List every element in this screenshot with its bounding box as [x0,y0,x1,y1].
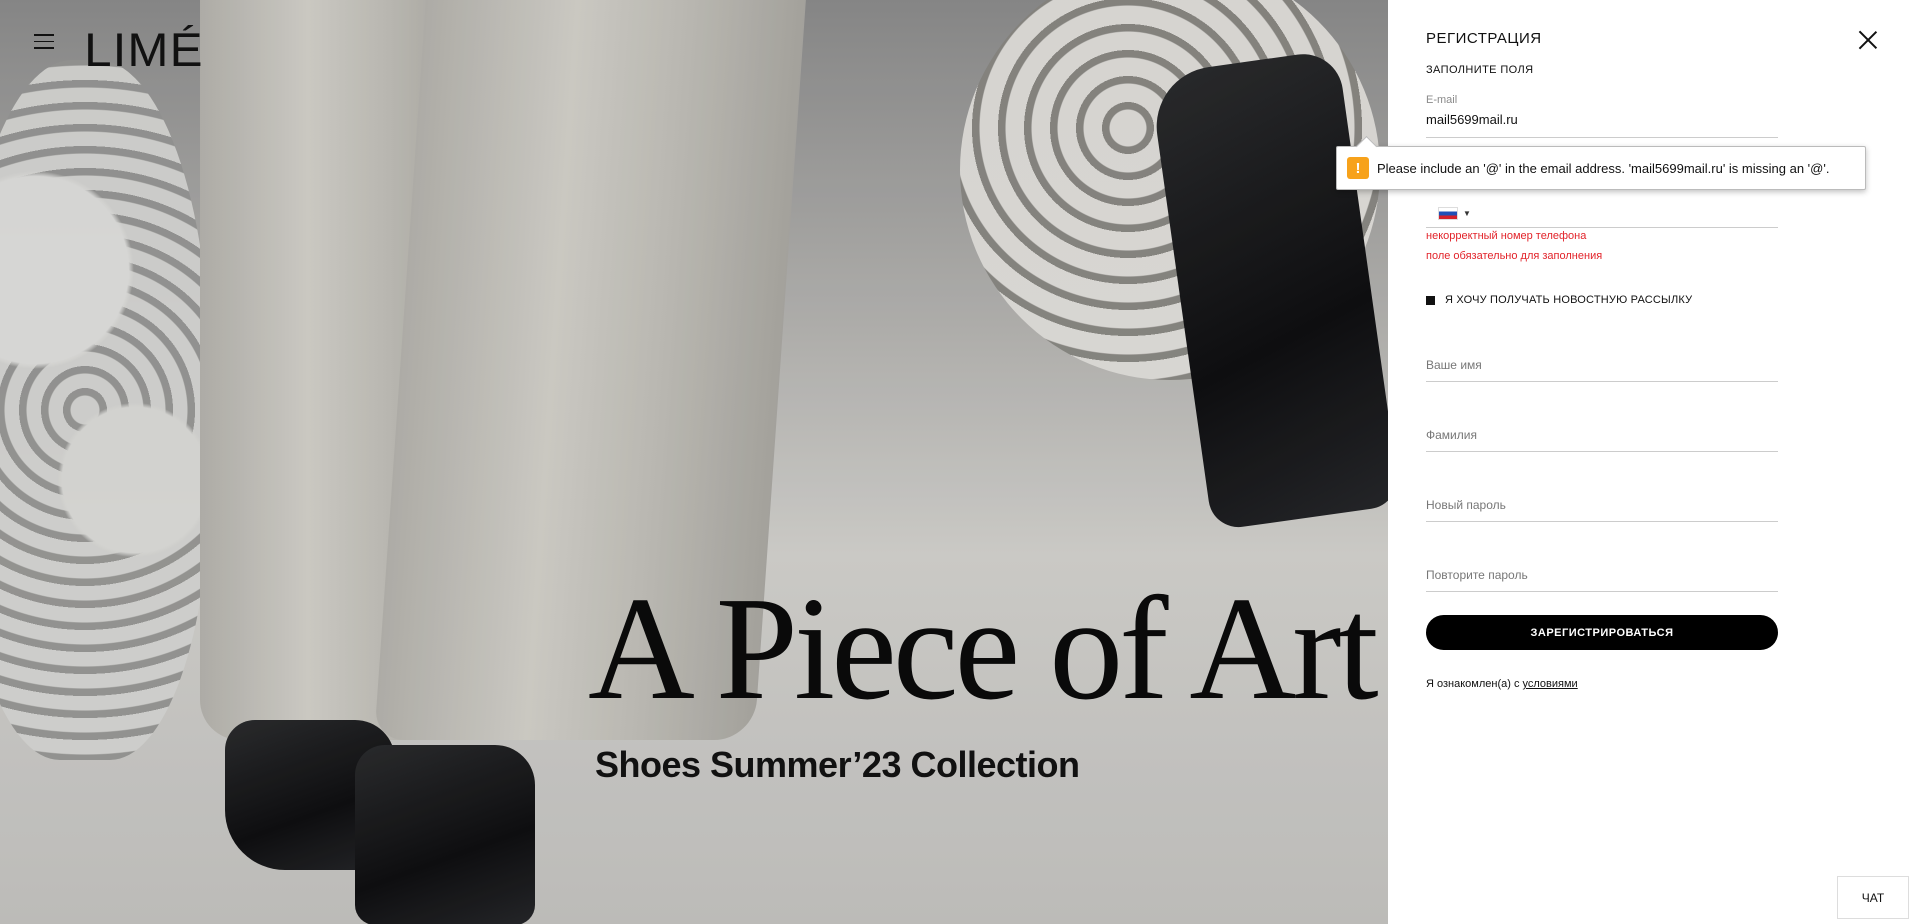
email-validation-tooltip: ! Please include an '@' in the email add… [1336,146,1866,190]
validation-message: Please include an '@' in the email addre… [1377,160,1830,176]
password-repeat-input[interactable] [1426,568,1778,582]
hero-banner: LIMÉ A Piece of Art Shoes Summer’23 Coll… [0,0,1388,924]
password-input[interactable] [1426,498,1778,512]
phone-error-required: поле обязательно для заполнения [1426,250,1603,262]
panel-subtitle: ЗАПОЛНИТЕ ПОЛЯ [1426,64,1534,76]
chat-button[interactable]: ЧАТ [1837,876,1909,919]
hero-headline: A Piece of Art [588,567,1379,731]
lime-logo[interactable]: LIMÉ [84,22,203,77]
chevron-down-icon[interactable]: ▼ [1463,209,1471,218]
warning-icon: ! [1347,157,1369,179]
first-name-input[interactable] [1426,358,1778,372]
password-field[interactable] [1426,496,1778,522]
terms-link[interactable]: условиями [1523,678,1578,690]
last-name-input[interactable] [1426,428,1778,442]
password-repeat-field[interactable] [1426,566,1778,592]
close-icon[interactable] [1858,30,1878,50]
terms-prefix: Я ознакомлен(а) с [1426,678,1523,690]
email-field[interactable]: E-mail mail5699mail.ru [1426,94,1778,138]
phone-field[interactable]: ▼ [1426,200,1778,228]
hero-subline: Shoes Summer’23 Collection [595,744,1080,785]
first-name-field[interactable] [1426,356,1778,382]
email-label: E-mail [1426,94,1458,106]
email-value[interactable]: mail5699mail.ru [1426,112,1778,127]
newsletter-checkbox[interactable]: Я ХОЧУ ПОЛУЧАТЬ НОВОСТНУЮ РАССЫЛКУ [1426,294,1692,306]
registration-panel: РЕГИСТРАЦИЯ ЗАПОЛНИТЕ ПОЛЯ E-mail mail56… [1388,0,1920,924]
panel-title: РЕГИСТРАЦИЯ [1426,30,1542,47]
last-name-field[interactable] [1426,426,1778,452]
newsletter-label: Я ХОЧУ ПОЛУЧАТЬ НОВОСТНУЮ РАССЫЛКУ [1445,294,1693,306]
russia-flag-icon[interactable] [1438,207,1458,220]
terms-text: Я ознакомлен(а) с условиями [1426,678,1578,690]
register-button[interactable]: ЗАРЕГИСТРИРОВАТЬСЯ [1426,615,1778,650]
checkbox-icon[interactable] [1426,295,1435,305]
phone-error-invalid: некорректный номер телефона [1426,230,1587,242]
menu-icon[interactable] [34,34,54,50]
